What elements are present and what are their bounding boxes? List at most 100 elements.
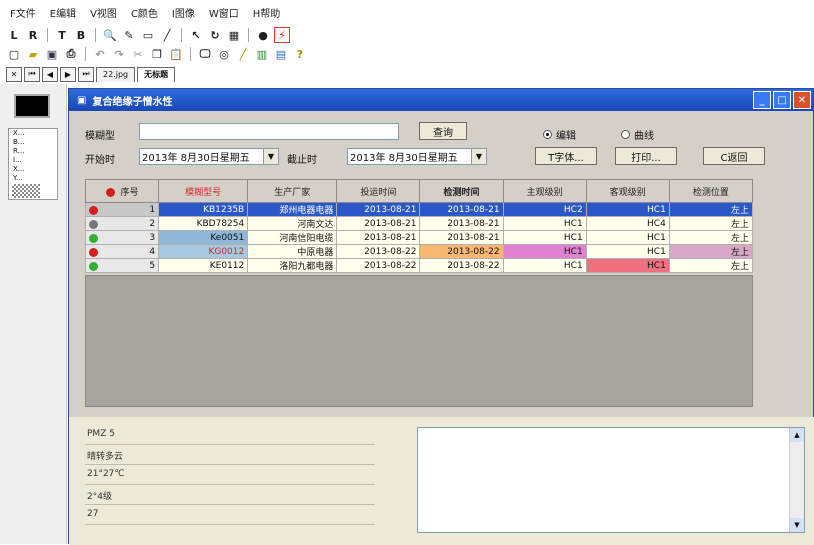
cell[interactable]: 2013-08-21 bbox=[419, 202, 504, 217]
column-header[interactable]: 生产厂家 bbox=[247, 179, 338, 203]
menu-color[interactable]: C颜色 bbox=[131, 5, 158, 20]
bars-icon[interactable]: ▥ bbox=[254, 46, 270, 62]
menu-image[interactable]: I图像 bbox=[172, 5, 195, 20]
cell[interactable]: HC1 bbox=[585, 230, 670, 245]
close-icon[interactable]: ✕ bbox=[793, 91, 811, 109]
table-row[interactable]: 1 KB1235B 郑州电器电器 2013-08-21 2013-08-21 H… bbox=[84, 202, 754, 217]
menu-file[interactable]: F文件 bbox=[10, 5, 36, 20]
prev-icon[interactable]: ◀ bbox=[42, 66, 58, 82]
bottom-button[interactable]: B bbox=[73, 27, 89, 43]
cell[interactable]: HC1 bbox=[585, 202, 670, 217]
minimize-icon[interactable]: _ bbox=[753, 91, 771, 109]
table-row[interactable]: 2 KBD78254 河南文达 2013-08-21 2013-08-21 HC… bbox=[84, 216, 754, 231]
table-row[interactable]: 4 KG0012 中原电器 2013-08-22 2013-08-22 HC1 … bbox=[84, 244, 754, 259]
cell[interactable]: HC2 bbox=[502, 202, 587, 217]
cell[interactable]: 左上 bbox=[668, 244, 754, 259]
close-tab-icon[interactable]: ✕ bbox=[6, 66, 22, 82]
column-header[interactable]: 客观级别 bbox=[585, 179, 670, 203]
cell[interactable]: HC1 bbox=[585, 244, 670, 259]
print-icon[interactable]: ⎙ bbox=[63, 46, 79, 62]
cell[interactable]: 2013-08-22 bbox=[336, 244, 421, 259]
cell[interactable]: Ke0051 bbox=[158, 230, 249, 245]
channel-item[interactable]: B... bbox=[9, 138, 57, 147]
end-date-picker[interactable]: 2013年 8月30日星期五 ▼ bbox=[347, 148, 487, 165]
image-icon[interactable]: ▤ bbox=[273, 46, 289, 62]
column-header[interactable]: 检测位置 bbox=[668, 179, 754, 203]
cell[interactable]: HC1 bbox=[502, 230, 587, 245]
print-button[interactable]: 打印... bbox=[615, 147, 677, 165]
brush-icon[interactable]: ╱ bbox=[235, 46, 251, 62]
cell[interactable]: 河南信阳电缆 bbox=[247, 230, 338, 245]
maximize-icon[interactable]: □ bbox=[773, 91, 791, 109]
column-header[interactable]: 序号 bbox=[84, 179, 160, 203]
cell[interactable]: KG0012 bbox=[158, 244, 249, 259]
menu-view[interactable]: V视图 bbox=[90, 5, 117, 20]
new-file-icon[interactable]: ▢ bbox=[6, 46, 22, 62]
open-folder-icon[interactable]: ▰ bbox=[25, 46, 41, 62]
radio-curve[interactable]: 曲线 bbox=[621, 127, 654, 142]
start-date-picker[interactable]: 2013年 8月30日星期五 ▼ bbox=[139, 148, 279, 165]
cell[interactable]: 2013-08-21 bbox=[336, 216, 421, 231]
top-button[interactable]: T bbox=[54, 27, 70, 43]
cut-icon[interactable]: ✂ bbox=[130, 46, 146, 62]
scroll-down-icon[interactable]: ▼ bbox=[790, 518, 804, 532]
monitor-icon[interactable]: 🖵 bbox=[197, 46, 213, 62]
cell[interactable]: KE0112 bbox=[158, 258, 249, 273]
channel-item[interactable]: X... bbox=[9, 165, 57, 174]
channel-item[interactable]: Y... bbox=[9, 174, 57, 183]
table-row[interactable]: 3 Ke0051 河南信阳电缆 2013-08-21 2013-08-21 HC… bbox=[84, 230, 754, 245]
cell[interactable]: HC1 bbox=[502, 244, 587, 259]
scroll-up-icon[interactable]: ▲ bbox=[790, 428, 804, 442]
radio-dot[interactable] bbox=[543, 130, 552, 139]
help-icon[interactable]: ? bbox=[292, 46, 308, 62]
cell[interactable]: HC4 bbox=[585, 216, 670, 231]
first-icon[interactable]: ⏮ bbox=[24, 66, 40, 82]
left-button[interactable]: L bbox=[6, 27, 22, 43]
notes-textarea[interactable]: ▲ ▼ bbox=[417, 427, 805, 533]
table-row[interactable]: 5 KE0112 洛阳九都电器 2013-08-22 2013-08-22 HC… bbox=[84, 258, 754, 273]
redo-icon[interactable]: ↷ bbox=[111, 46, 127, 62]
zoom-icon[interactable]: 🔍 bbox=[102, 27, 118, 43]
dropdown-arrow-icon[interactable]: ▼ bbox=[263, 149, 278, 164]
cell[interactable]: KB1235B bbox=[158, 202, 249, 217]
cell[interactable]: HC1 bbox=[585, 258, 670, 273]
back-button[interactable]: C返回 bbox=[703, 147, 765, 165]
column-header[interactable]: 检测时间 bbox=[419, 179, 504, 203]
dot-icon[interactable]: ● bbox=[255, 27, 271, 43]
radio-dot[interactable] bbox=[621, 130, 630, 139]
target-icon[interactable]: ◎ bbox=[216, 46, 232, 62]
rotate-icon[interactable]: ↻ bbox=[207, 27, 223, 43]
undo-icon[interactable]: ↶ bbox=[92, 46, 108, 62]
rectangle-icon[interactable]: ▭ bbox=[140, 27, 156, 43]
color-swatch[interactable] bbox=[14, 94, 50, 118]
cell[interactable]: 左上 bbox=[668, 230, 754, 245]
menu-help[interactable]: H帮助 bbox=[253, 5, 281, 20]
search-input[interactable] bbox=[139, 123, 399, 140]
radio-edit[interactable]: 编辑 bbox=[543, 127, 576, 142]
save-icon[interactable]: ▣ bbox=[44, 46, 60, 62]
pointer-icon[interactable]: ↖ bbox=[188, 27, 204, 43]
cell[interactable]: 2013-08-21 bbox=[336, 230, 421, 245]
lightning-icon[interactable]: ⚡ bbox=[274, 27, 290, 43]
column-header[interactable]: 模糊型号 bbox=[158, 179, 249, 203]
tab-file[interactable]: 22.jpg bbox=[96, 66, 136, 82]
cell[interactable]: 郑州电器电器 bbox=[247, 202, 338, 217]
cell[interactable]: 左上 bbox=[668, 216, 754, 231]
cell[interactable]: 左上 bbox=[668, 258, 754, 273]
dropdown-arrow-icon[interactable]: ▼ bbox=[471, 149, 486, 164]
channel-item[interactable]: I... bbox=[9, 156, 57, 165]
vertical-scrollbar[interactable]: ▲ ▼ bbox=[789, 428, 804, 532]
next-icon[interactable]: ▶ bbox=[60, 66, 76, 82]
cell[interactable]: 2013-08-21 bbox=[419, 216, 504, 231]
pencil-icon[interactable]: ✎ bbox=[121, 27, 137, 43]
channel-item[interactable]: R... bbox=[9, 147, 57, 156]
cell[interactable]: 2013-08-22 bbox=[419, 244, 504, 259]
channel-item[interactable]: X... bbox=[9, 129, 57, 138]
column-header[interactable]: 主观级别 bbox=[502, 179, 587, 203]
cell[interactable]: 左上 bbox=[668, 202, 754, 217]
cell[interactable]: 2013-08-21 bbox=[336, 202, 421, 217]
copy-icon[interactable]: ❐ bbox=[149, 46, 165, 62]
cell[interactable]: HC1 bbox=[502, 258, 587, 273]
cell[interactable]: HC1 bbox=[502, 216, 587, 231]
cell[interactable]: 中原电器 bbox=[247, 244, 338, 259]
